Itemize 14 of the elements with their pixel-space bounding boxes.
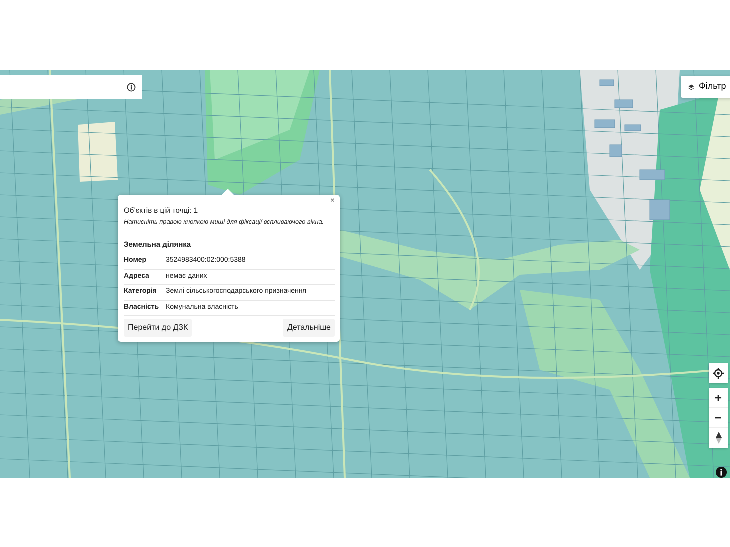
search-field[interactable] [0,75,142,99]
crosshair-icon [713,368,724,378]
locate-button[interactable] [709,363,728,383]
close-button[interactable]: × [328,197,337,205]
zoom-in-button[interactable]: + [709,388,728,408]
layers-icon [688,84,695,90]
compass-button[interactable] [709,428,728,448]
info-icon[interactable] [716,467,727,478]
filter-button[interactable]: Фільтр [681,76,730,98]
cadastre-link-button[interactable]: Перейти до ДЗК [124,319,192,338]
zoom-out-button[interactable]: − [709,408,728,428]
compass-icon [716,432,722,444]
info-icon[interactable] [127,82,136,92]
details-button[interactable]: Детальніше [283,319,335,338]
